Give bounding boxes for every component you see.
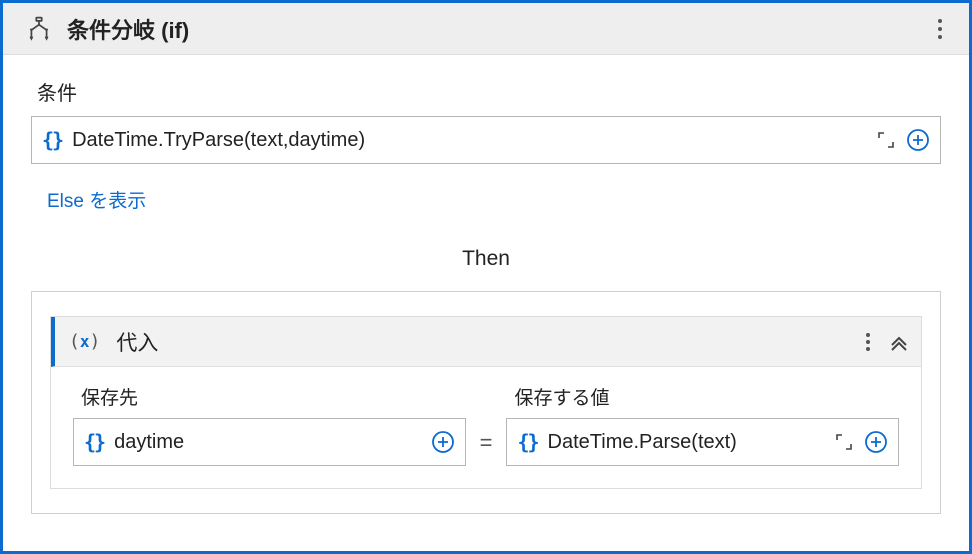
collapse-button[interactable] (889, 333, 909, 351)
if-activity-card: 条件分岐 (if) 条件 {} DateTime.TryParse(text,d… (0, 0, 972, 554)
condition-expression: DateTime.TryParse(text,daytime) (72, 129, 868, 152)
assign-value-input[interactable]: {} DateTime.Parse(text) (506, 418, 899, 466)
expand-editor-button[interactable] (830, 428, 858, 456)
assign-value-label: 保存する値 (514, 383, 899, 410)
condition-label: 条件 (37, 77, 941, 106)
add-button[interactable] (429, 428, 457, 456)
assign-activity-card: (x) 代入 (50, 316, 922, 489)
assign-to-input[interactable]: {} daytime (73, 418, 466, 466)
assign-body: 保存先 {} daytime = 保存 (51, 367, 921, 488)
if-title: 条件分岐 (if) (67, 13, 925, 45)
expression-icon: {} (42, 128, 62, 152)
if-header: 条件分岐 (if) (3, 3, 969, 55)
add-button[interactable] (862, 428, 890, 456)
variable-icon: (x) (69, 331, 100, 352)
assign-more-menu-button[interactable] (865, 332, 871, 352)
branch-icon (23, 16, 55, 42)
expand-editor-button[interactable] (872, 126, 900, 154)
more-menu-button[interactable] (925, 18, 955, 40)
if-body: 条件 {} DateTime.TryParse(text,daytime) El… (3, 55, 969, 534)
assign-header: (x) 代入 (51, 317, 921, 367)
expression-icon: {} (84, 430, 104, 454)
show-else-link[interactable]: Else を表示 (47, 186, 146, 213)
then-container: (x) 代入 (31, 291, 941, 514)
condition-input[interactable]: {} DateTime.TryParse(text,daytime) (31, 116, 941, 164)
assign-to-value: daytime (114, 431, 424, 454)
then-label: Then (31, 247, 941, 271)
assign-to-column: 保存先 {} daytime (73, 381, 466, 466)
assign-value-column: 保存する値 {} DateTime.Parse(text) (506, 381, 899, 466)
assign-value-expression: DateTime.Parse(text) (548, 431, 826, 454)
expression-icon: {} (517, 430, 537, 454)
equals-sign: = (476, 430, 497, 466)
add-button[interactable] (904, 126, 932, 154)
assign-title: 代入 (116, 327, 865, 357)
assign-to-label: 保存先 (81, 383, 466, 410)
